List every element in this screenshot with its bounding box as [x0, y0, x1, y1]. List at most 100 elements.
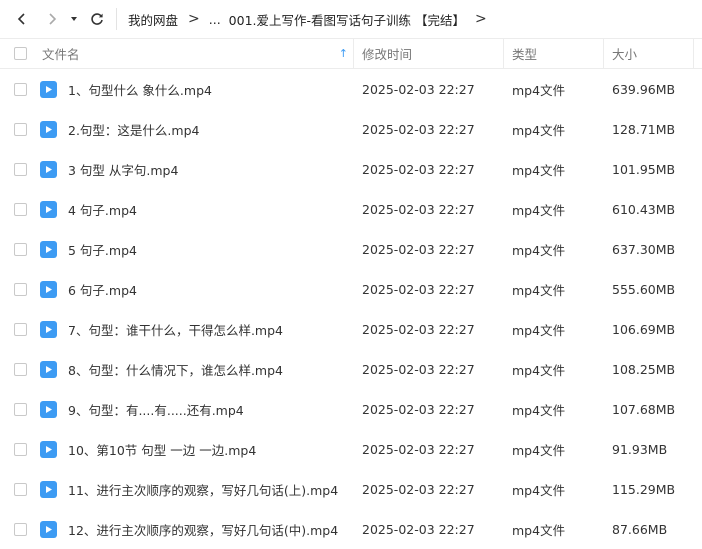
history-dropdown-button[interactable]	[66, 8, 82, 30]
file-name[interactable]: 12、进行主次顺序的观察，写好几句话(中).mp4	[68, 509, 338, 549]
file-size: 555.60MB	[612, 281, 676, 297]
file-row[interactable]: 1、句型什么 象什么.mp4 2025-02-03 22:27 mp4文件 63…	[0, 69, 702, 109]
file-list-header: 文件名 ↑ 修改时间 类型 大小	[0, 38, 702, 69]
video-file-icon	[40, 120, 57, 138]
file-row[interactable]: 4 句子.mp4 2025-02-03 22:27 mp4文件 610.43MB	[0, 189, 702, 229]
file-modified: 2025-02-03 22:27	[362, 401, 475, 417]
file-modified: 2025-02-03 22:27	[362, 81, 475, 97]
file-type: mp4文件	[512, 522, 566, 538]
row-checkbox[interactable]	[14, 202, 27, 216]
breadcrumb-root[interactable]: 我的网盘	[128, 10, 178, 29]
file-name[interactable]: 10、第10节 句型 一边 一边.mp4	[68, 429, 256, 469]
file-name[interactable]: 3 句型 从字句.mp4	[68, 149, 178, 189]
video-file-icon	[40, 400, 57, 418]
video-file-icon	[40, 320, 57, 338]
file-type: mp4文件	[512, 82, 566, 98]
video-file-icon	[40, 80, 57, 98]
file-name[interactable]: 11、进行主次顺序的观察，写好几句话(上).mp4	[68, 469, 338, 509]
video-file-icon	[40, 360, 57, 378]
column-header-size[interactable]: 大小	[612, 39, 637, 68]
back-button[interactable]	[11, 8, 33, 30]
file-size: 610.43MB	[612, 201, 676, 217]
file-modified: 2025-02-03 22:27	[362, 121, 475, 137]
breadcrumb-separator: >	[188, 11, 200, 27]
row-checkbox[interactable]	[14, 402, 27, 416]
column-header-name[interactable]: 文件名 ↑	[42, 39, 352, 68]
file-row[interactable]: 6 句子.mp4 2025-02-03 22:27 mp4文件 555.60MB	[0, 269, 702, 309]
video-file-icon	[40, 160, 57, 178]
row-checkbox[interactable]	[14, 482, 27, 496]
file-type: mp4文件	[512, 442, 566, 458]
file-size: 108.25MB	[612, 361, 676, 377]
file-size: 91.93MB	[612, 441, 668, 457]
file-size: 128.71MB	[612, 121, 676, 137]
file-type: mp4文件	[512, 162, 566, 178]
column-divider[interactable]	[353, 39, 354, 68]
column-name-label: 文件名	[42, 47, 80, 62]
forward-button[interactable]	[41, 8, 63, 30]
breadcrumb-separator[interactable]: >	[475, 11, 487, 27]
file-row[interactable]: 11、进行主次顺序的观察，写好几句话(上).mp4 2025-02-03 22:…	[0, 469, 702, 509]
row-checkbox[interactable]	[14, 442, 27, 456]
file-row[interactable]: 2.句型：这是什么.mp4 2025-02-03 22:27 mp4文件 128…	[0, 109, 702, 149]
file-name[interactable]: 7、句型：谁干什么，干得怎么样.mp4	[68, 309, 283, 349]
file-modified: 2025-02-03 22:27	[362, 201, 475, 217]
column-size-label: 大小	[612, 47, 638, 62]
file-type: mp4文件	[512, 402, 566, 418]
video-file-icon	[40, 240, 57, 258]
toolbar: 我的网盘 > ... 001.爱上写作-看图写话句子训练 【完结】 >	[0, 0, 702, 38]
file-name[interactable]: 8、句型：什么情况下，谁怎么样.mp4	[68, 349, 283, 389]
column-type-label: 类型	[512, 47, 538, 62]
file-size: 106.69MB	[612, 321, 676, 337]
row-checkbox[interactable]	[14, 162, 27, 176]
video-file-icon	[40, 480, 57, 498]
file-name[interactable]: 9、句型：有....有.....还有.mp4	[68, 389, 244, 429]
file-name[interactable]: 4 句子.mp4	[68, 189, 137, 229]
file-size: 87.66MB	[612, 521, 668, 537]
row-checkbox[interactable]	[14, 122, 27, 136]
file-modified: 2025-02-03 22:27	[362, 361, 475, 377]
file-name[interactable]: 5 句子.mp4	[68, 229, 137, 269]
file-size: 107.68MB	[612, 401, 676, 417]
select-all-checkbox[interactable]	[14, 47, 27, 60]
row-checkbox[interactable]	[14, 522, 27, 536]
file-name[interactable]: 6 句子.mp4	[68, 269, 137, 309]
file-row[interactable]: 8、句型：什么情况下，谁怎么样.mp4 2025-02-03 22:27 mp4…	[0, 349, 702, 389]
file-row[interactable]: 10、第10节 句型 一边 一边.mp4 2025-02-03 22:27 mp…	[0, 429, 702, 469]
file-row[interactable]: 3 句型 从字句.mp4 2025-02-03 22:27 mp4文件 101.…	[0, 149, 702, 189]
row-checkbox[interactable]	[14, 362, 27, 376]
file-type: mp4文件	[512, 122, 566, 138]
file-name[interactable]: 1、句型什么 象什么.mp4	[68, 69, 212, 109]
toolbar-divider	[116, 8, 117, 30]
refresh-button[interactable]	[86, 8, 108, 30]
file-modified: 2025-02-03 22:27	[362, 161, 475, 177]
file-size: 115.29MB	[612, 481, 676, 497]
select-all-cell	[14, 39, 27, 68]
file-type: mp4文件	[512, 242, 566, 258]
file-modified: 2025-02-03 22:27	[362, 241, 475, 257]
row-checkbox[interactable]	[14, 282, 27, 296]
sort-arrow-icon: ↑	[338, 47, 348, 60]
file-name[interactable]: 2.句型：这是什么.mp4	[68, 109, 199, 149]
file-row[interactable]: 9、句型：有....有.....还有.mp4 2025-02-03 22:27 …	[0, 389, 702, 429]
row-checkbox[interactable]	[14, 322, 27, 336]
file-modified: 2025-02-03 22:27	[362, 281, 475, 297]
file-size: 639.96MB	[612, 81, 676, 97]
column-divider[interactable]	[693, 39, 694, 68]
row-checkbox[interactable]	[14, 82, 27, 96]
file-size: 101.95MB	[612, 161, 676, 177]
file-row[interactable]: 5 句子.mp4 2025-02-03 22:27 mp4文件 637.30MB	[0, 229, 702, 269]
column-divider[interactable]	[503, 39, 504, 68]
row-checkbox[interactable]	[14, 242, 27, 256]
file-size: 637.30MB	[612, 241, 676, 257]
file-row[interactable]: 7、句型：谁干什么，干得怎么样.mp4 2025-02-03 22:27 mp4…	[0, 309, 702, 349]
breadcrumb-current[interactable]: 001.爱上写作-看图写话句子训练 【完结】	[229, 10, 465, 29]
column-header-modified[interactable]: 修改时间	[362, 39, 412, 68]
column-divider[interactable]	[603, 39, 604, 68]
file-modified: 2025-02-03 22:27	[362, 321, 475, 337]
file-row[interactable]: 12、进行主次顺序的观察，写好几句话(中).mp4 2025-02-03 22:…	[0, 509, 702, 549]
caret-down-icon	[71, 17, 77, 21]
breadcrumb-ellipsis[interactable]: ...	[209, 12, 221, 27]
column-header-type[interactable]: 类型	[512, 39, 537, 68]
file-type: mp4文件	[512, 322, 566, 338]
